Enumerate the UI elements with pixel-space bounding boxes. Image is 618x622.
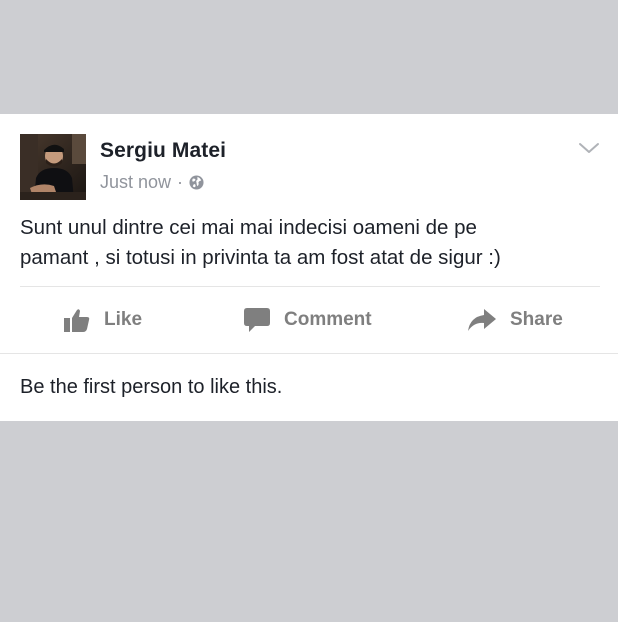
comment-icon [244, 308, 270, 332]
post-card: Sergiu Matei Just now · Sunt unul dintre… [0, 114, 618, 421]
post-header: Sergiu Matei Just now · [20, 134, 600, 200]
chevron-down-icon[interactable] [578, 140, 600, 156]
avatar-photo [20, 134, 86, 200]
globe-icon[interactable] [189, 175, 204, 190]
like-label: Like [104, 309, 143, 330]
thumbs-up-icon [64, 309, 90, 332]
share-button[interactable]: Share [468, 287, 563, 353]
post-meta: Just now · [100, 172, 204, 193]
post-timestamp[interactable]: Just now [100, 172, 171, 193]
share-arrow-icon [468, 309, 496, 331]
divider [0, 353, 618, 354]
like-button[interactable]: Like [64, 287, 142, 353]
post-text: Sunt unul dintre cei mai mai indecisi oa… [20, 213, 600, 273]
post-text-line: Sunt unul dintre cei mai mai indecisi oa… [20, 216, 477, 239]
action-bar: Like Comment Share [0, 287, 618, 353]
author-name[interactable]: Sergiu Matei [100, 139, 226, 163]
share-label: Share [510, 309, 563, 330]
comment-label: Comment [284, 309, 372, 330]
meta-separator: · [177, 172, 184, 192]
avatar[interactable] [20, 134, 86, 200]
comment-button[interactable]: Comment [244, 287, 372, 353]
post-text-line: pamant , si totusi in privinta ta am fos… [20, 246, 501, 269]
likes-summary: Be the first person to like this. [20, 376, 283, 398]
